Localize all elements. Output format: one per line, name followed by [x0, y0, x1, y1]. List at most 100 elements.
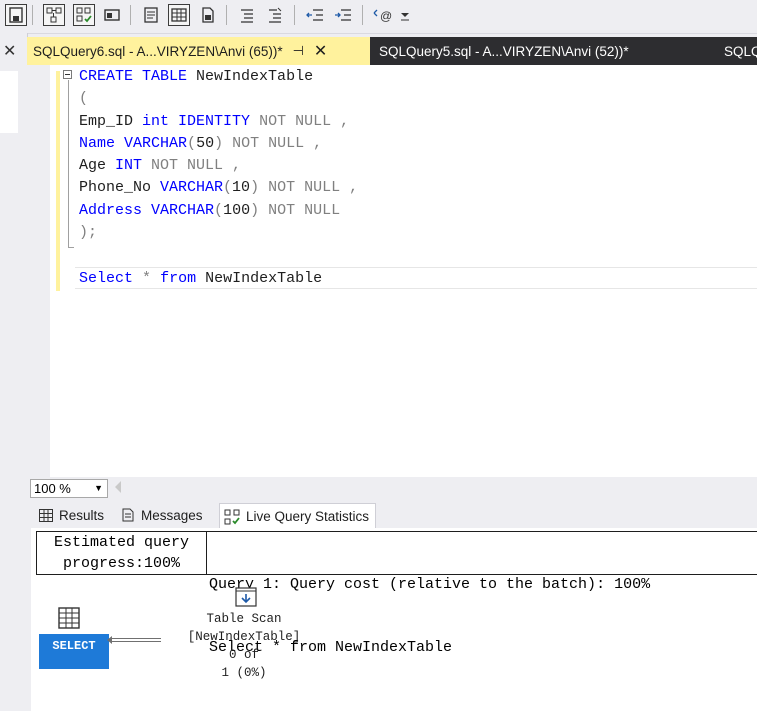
- live-query-statistics-panel: Estimated query progress:100% Query 1: Q…: [27, 528, 757, 711]
- decrease-indent-icon[interactable]: [304, 4, 326, 26]
- query-cost-line: Query 1: Query cost (relative to the bat…: [209, 576, 651, 593]
- comment-icon[interactable]: [236, 4, 258, 26]
- code-token: *: [142, 270, 152, 287]
- code-line[interactable]: (: [79, 88, 88, 110]
- plan-connector: [111, 638, 161, 642]
- code-line[interactable]: Address VARCHAR(100) NOT NULL: [79, 200, 340, 222]
- select-node-icon: [58, 607, 80, 634]
- tab-live-query-statistics[interactable]: Live Query Statistics: [219, 503, 377, 529]
- toolbar: @: [0, 0, 757, 34]
- code-token: (: [79, 90, 89, 107]
- code-token: TABLE: [142, 68, 188, 85]
- code-token: Address: [79, 202, 143, 219]
- code-token: VARCHAR: [160, 179, 224, 196]
- code-token: VARCHAR: [124, 135, 188, 152]
- save-icon[interactable]: [5, 4, 27, 26]
- query-options-icon[interactable]: [73, 4, 95, 26]
- zoom-bar: 100 % ▼: [27, 477, 757, 501]
- svg-text:@: @: [380, 9, 392, 23]
- table-scan-object: [NewIndexTable]: [187, 630, 301, 644]
- messages-icon: [121, 508, 135, 522]
- code-token: ): [214, 135, 224, 152]
- code-token: NOT NULL ,: [151, 157, 242, 174]
- zoom-value: 100 %: [34, 481, 71, 496]
- overflow-icon[interactable]: [398, 4, 412, 26]
- result-tabs: Results Messages Live Query Statistics: [27, 501, 757, 529]
- tab-label: SQLQuery5.sql - A...VIRYZEN\Anvi (52))*: [379, 43, 629, 59]
- results-to-text-icon[interactable]: [140, 4, 162, 26]
- code-line[interactable]: Phone_No VARCHAR(10) NOT NULL ,: [79, 177, 358, 199]
- grid-icon: [39, 508, 53, 522]
- left-tool-strip: ✕: [0, 33, 28, 711]
- code-token: Name: [79, 135, 116, 152]
- query-editor[interactable]: CREATE TABLE NewIndexTable ( Emp_ID int ID…: [27, 65, 757, 477]
- code-line[interactable]: );: [79, 222, 97, 244]
- increase-indent-icon[interactable]: [332, 4, 354, 26]
- results-to-grid-icon[interactable]: [168, 4, 190, 26]
- tab-label: SQLQuery6.sql - A...VIRYZEN\Anvi (65))*: [33, 43, 283, 59]
- code-token: Emp_ID: [79, 113, 143, 130]
- code-line[interactable]: Select * from NewIndexTable: [79, 268, 322, 290]
- code-token: (: [187, 135, 197, 152]
- tab-results[interactable]: Results: [39, 504, 104, 526]
- collapse-icon[interactable]: [63, 70, 72, 79]
- code-token: NOT NULL ,: [232, 135, 323, 152]
- change-tracking-bar: [56, 71, 60, 291]
- execution-plan-icon[interactable]: [43, 4, 65, 26]
- code-token: );: [79, 224, 98, 241]
- progress-line-1: Estimated query: [53, 534, 190, 551]
- code-token: NewIndexTable: [187, 68, 314, 85]
- code-line[interactable]: Age INT NOT NULL ,: [79, 155, 241, 177]
- code-line[interactable]: Emp_ID int IDENTITY NOT NULL ,: [79, 111, 349, 133]
- uncomment-icon[interactable]: [264, 4, 286, 26]
- tab-overflow[interactable]: SQLQ: [724, 37, 757, 65]
- code-token: from: [160, 270, 197, 287]
- fold-guide: [68, 80, 69, 248]
- results-to-icon[interactable]: [101, 4, 123, 26]
- code-token: int: [142, 113, 170, 130]
- results-to-file-icon[interactable]: [197, 4, 219, 26]
- code-token: NewIndexTable: [196, 270, 323, 287]
- zoom-dropdown[interactable]: 100 % ▼: [30, 479, 108, 498]
- scroll-left-icon[interactable]: [115, 481, 121, 493]
- table-scan-icon[interactable]: [235, 587, 257, 612]
- code-line[interactable]: Name VARCHAR(50) NOT NULL ,: [79, 133, 322, 155]
- code-token: (: [214, 202, 224, 219]
- code-token: CREATE: [79, 68, 134, 85]
- pin-icon[interactable]: ⊣: [293, 43, 304, 59]
- code-token: 100: [223, 202, 251, 219]
- specify-values-icon[interactable]: @: [372, 4, 394, 26]
- query-cost-box: Query 1: Query cost (relative to the bat…: [206, 531, 757, 656]
- code-token: IDENTITY: [178, 113, 251, 130]
- code-token: NOT NULL: [268, 202, 341, 219]
- close-icon[interactable]: ✕: [3, 41, 16, 61]
- tab-sqlquery6[interactable]: SQLQuery6.sql - A...VIRYZEN\Anvi (65))* …: [27, 37, 370, 65]
- code-line[interactable]: CREATE TABLE NewIndexTable: [79, 66, 313, 88]
- code-token: 50: [196, 135, 215, 152]
- tab-messages[interactable]: Messages: [121, 504, 203, 526]
- select-operator-node[interactable]: SELECT: [39, 634, 109, 669]
- select-node-label: SELECT: [52, 639, 96, 653]
- live-stats-icon: [224, 509, 240, 525]
- code-token: (: [223, 179, 233, 196]
- close-tab-icon[interactable]: ✕: [314, 41, 327, 61]
- code-token: Phone_No: [79, 179, 161, 196]
- dropdown-arrow-icon: ▼: [94, 483, 103, 493]
- code-token: NOT NULL ,: [268, 179, 359, 196]
- fold-guide-end: [68, 247, 74, 248]
- code-token: INT: [115, 157, 143, 174]
- tab-live-query-statistics-label: Live Query Statistics: [246, 509, 370, 524]
- code-token: 10: [232, 179, 251, 196]
- code-token: VARCHAR: [151, 202, 215, 219]
- object-explorer-panel: [0, 71, 18, 133]
- editor-margin: [27, 65, 50, 477]
- tab-sqlquery5[interactable]: SQLQuery5.sql - A...VIRYZEN\Anvi (52))*: [379, 37, 629, 65]
- table-scan-rows: 0 of: [228, 648, 259, 662]
